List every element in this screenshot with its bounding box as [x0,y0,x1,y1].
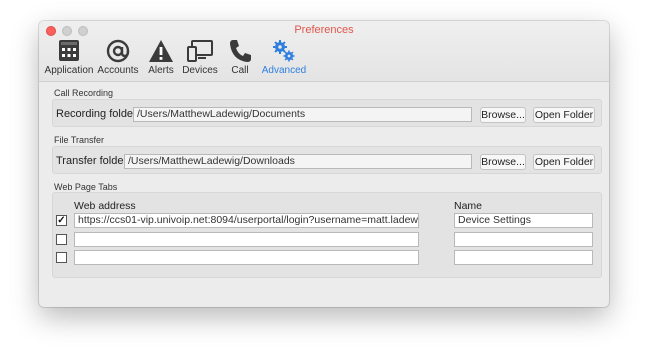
toolbar-item-label: Application [44,65,94,76]
window-title: Preferences [294,24,354,36]
at-sign-icon [106,39,130,63]
tab-name-field[interactable] [454,232,593,247]
phone-icon [230,40,251,62]
toolbar-item-application[interactable]: Application [43,38,95,76]
preferences-window: Preferences Application Accounts Alerts … [39,21,609,307]
toolbar-item-label: Call [231,65,249,76]
file-transfer-group: Transfer folder /Users/MatthewLadewig/Do… [52,146,602,174]
devices-icon [187,40,213,62]
transfer-folder-field[interactable]: /Users/MatthewLadewig/Downloads [124,154,472,169]
toolbar-item-label: Accounts [97,65,139,76]
web-page-tabs-group: Web address Name ✓ https://ccs01-vip.uni… [52,192,602,278]
toolbar-item-label: Devices [182,65,218,76]
web-address-field[interactable]: https://ccs01-vip.univoip.net:8094/userp… [74,213,419,228]
gears-icon [273,40,295,62]
web-address-column-header: Web address [74,200,136,212]
transfer-folder-label: Transfer folder [56,155,128,167]
toolbar-item-label: Alerts [148,65,174,76]
recording-browse-button[interactable]: Browse... [480,107,526,123]
tab-enabled-checkbox[interactable]: ✓ [56,215,67,226]
application-icon [59,40,79,61]
recording-open-folder-button[interactable]: Open Folder [533,107,595,123]
web-address-field[interactable] [74,250,419,265]
tab-name-field[interactable] [454,250,593,265]
title-bar: Preferences Application Accounts Alerts … [39,21,609,82]
web-address-field[interactable] [74,232,419,247]
toolbar-item-advanced[interactable]: Advanced [258,38,310,76]
tab-enabled-checkbox[interactable] [56,234,67,245]
transfer-open-folder-button[interactable]: Open Folder [533,154,595,170]
recording-folder-label: Recording folder [56,108,137,120]
warning-icon [149,40,173,62]
tab-enabled-checkbox[interactable] [56,252,67,263]
call-recording-group: Recording folder /Users/MatthewLadewig/D… [52,99,602,127]
tab-name-field[interactable]: Device Settings [454,213,593,228]
transfer-browse-button[interactable]: Browse... [480,154,526,170]
toolbar-item-label: Advanced [261,65,307,76]
name-column-header: Name [454,200,483,212]
web-page-tabs-section-title: Web Page Tabs [54,182,118,192]
recording-folder-field[interactable]: /Users/MatthewLadewig/Documents [133,107,472,122]
call-recording-section-title: Call Recording [54,88,114,98]
file-transfer-section-title: File Transfer [54,135,105,145]
